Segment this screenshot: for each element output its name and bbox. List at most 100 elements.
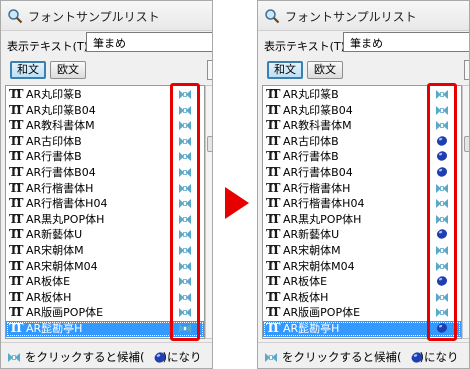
window-title: フォントサンプルリスト (28, 10, 160, 24)
font-name: AR板体H (283, 290, 329, 304)
display-text-input[interactable]: 筆まめ (343, 32, 469, 52)
font-name: AR板体H (26, 290, 72, 304)
truetype-icon: TT (9, 165, 23, 179)
tab-oubun[interactable]: 欧文 (50, 61, 86, 79)
truetype-icon: TT (266, 87, 280, 101)
font-name: AR宋朝体M04 (26, 259, 98, 273)
font-name: AR丸印篆B04 (26, 103, 96, 117)
tab-oubun[interactable]: 欧文 (307, 61, 343, 79)
truetype-icon: TT (266, 211, 280, 226)
font-name: AR教科書体M (26, 119, 95, 133)
font-name: AR行書体B (26, 150, 82, 164)
font-name: AR行楷書体H04 (26, 197, 108, 211)
font-name: AR古印体B (283, 134, 339, 148)
font-name: AR板体E (26, 275, 71, 289)
truetype-icon: TT (266, 227, 280, 242)
display-text-input[interactable]: 筆まめ (86, 32, 212, 52)
window-title: フォントサンプルリスト (285, 10, 417, 24)
truetype-icon: TT (9, 118, 23, 133)
font-name: AR丸印篆B04 (283, 103, 353, 117)
truetype-icon: TT (266, 274, 280, 289)
truetype-icon: TT (9, 289, 23, 304)
scroll-thumb[interactable] (464, 136, 469, 152)
status-text: をクリックすると候補()になり (25, 350, 202, 364)
status-bar: をクリックすると候補()になり (258, 342, 469, 368)
font-name: AR行楷書体H (283, 181, 351, 195)
candidate-blue-icon (154, 352, 166, 363)
font-name: AR版画POP体E (283, 306, 361, 320)
search-font-icon (265, 9, 280, 24)
font-name: AR行楷書体H (26, 181, 94, 195)
extra-button[interactable] (207, 60, 212, 80)
font-name: AR髭勘亭H (26, 322, 83, 335)
truetype-icon: TT (266, 165, 280, 179)
truetype-icon: TT (9, 258, 23, 273)
highlight-box (170, 83, 200, 341)
truetype-icon: TT (266, 321, 280, 335)
candidate-blue-icon (411, 352, 423, 363)
font-name: AR板体E (283, 275, 328, 289)
truetype-icon: TT (266, 102, 280, 117)
display-text-label: 表示テキスト(T): (264, 40, 349, 53)
pending-hourglass-icon (265, 353, 277, 362)
tab-wabun[interactable]: 和文 (267, 61, 303, 79)
font-name: AR版画POP体E (26, 306, 104, 320)
pending-hourglass-icon (8, 353, 20, 362)
truetype-icon: TT (9, 133, 23, 148)
font-name: AR黒丸POP体H (283, 212, 362, 226)
truetype-icon: TT (9, 305, 23, 320)
font-sample-window-after: フォントサンプルリスト 表示テキスト(T): 筆まめ 和文 欧文 TT AR丸印篆… (257, 0, 470, 369)
font-name: AR髭勘亭H (283, 322, 340, 335)
truetype-icon: TT (9, 243, 23, 257)
truetype-icon: TT (9, 337, 23, 338)
font-name: AR宋朝体M04 (283, 259, 355, 273)
font-name: AR新藝体U (283, 228, 340, 242)
truetype-icon: TT (9, 227, 23, 242)
font-name: AR黒丸POP体H (26, 212, 105, 226)
truetype-icon: TT (9, 196, 23, 211)
tab-wabun[interactable]: 和文 (10, 61, 46, 79)
scrollbar[interactable] (462, 85, 469, 339)
truetype-icon: TT (266, 337, 280, 338)
scrollbar[interactable] (205, 85, 212, 339)
font-name: AR行楷書体H04 (283, 197, 365, 211)
font-name: AR古印体B (26, 134, 82, 148)
title-bar: フォントサンプルリスト (258, 1, 469, 31)
truetype-icon: TT (266, 149, 280, 164)
truetype-icon: TT (9, 321, 23, 335)
truetype-icon: TT (9, 102, 23, 117)
font-name: AR新藝体U (26, 228, 83, 242)
truetype-icon: TT (266, 133, 280, 148)
arrow-right-icon (225, 187, 249, 219)
font-name: AR宋朝体M (26, 244, 84, 257)
truetype-icon: TT (9, 87, 23, 101)
truetype-icon: TT (266, 196, 280, 211)
font-name: AR教科書体M (283, 119, 352, 133)
font-name: AR宋朝体M (283, 244, 341, 257)
truetype-icon: TT (266, 118, 280, 133)
extra-button[interactable] (464, 60, 469, 80)
font-name: AR行書体B (283, 150, 339, 164)
truetype-icon: TT (266, 180, 280, 195)
truetype-icon: TT (266, 258, 280, 273)
truetype-icon: TT (266, 289, 280, 304)
scroll-thumb[interactable] (207, 136, 212, 152)
display-text-label: 表示テキスト(T): (7, 40, 92, 53)
truetype-icon: TT (266, 243, 280, 257)
truetype-icon: TT (9, 149, 23, 164)
truetype-icon: TT (9, 180, 23, 195)
font-name: AR明朝体U (26, 338, 82, 339)
font-name: AR丸印篆B (283, 88, 339, 101)
truetype-icon: TT (266, 305, 280, 320)
status-bar: をクリックすると候補()になり (1, 342, 212, 368)
font-name: AR丸印篆B (26, 88, 82, 101)
truetype-icon: TT (9, 211, 23, 226)
font-sample-window-before: フォントサンプルリスト 表示テキスト(T): 筆まめ 和文 欧文 TT AR丸印篆… (0, 0, 213, 369)
search-font-icon (8, 9, 23, 24)
font-name: AR行書体B04 (26, 166, 96, 179)
title-bar: フォントサンプルリスト (1, 1, 212, 31)
truetype-icon: TT (9, 274, 23, 289)
font-name: AR行書体B04 (283, 166, 353, 179)
font-name: AR明朝体U (283, 338, 339, 339)
highlight-box (427, 83, 457, 341)
